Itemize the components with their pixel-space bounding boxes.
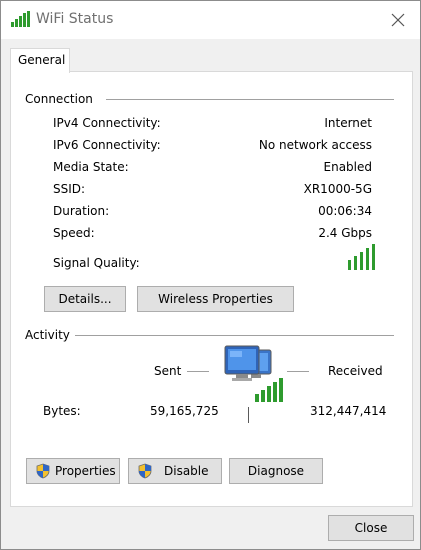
title-bar: WiFi Status [1,1,420,39]
signal-bar [372,244,375,270]
sent-line [187,371,209,372]
details-button-label: Details... [58,292,112,306]
close-button-label: Close [354,521,388,535]
general-panel: Connection IPv4 Connectivity: Internet I… [10,71,413,507]
media-state-label: Media State: [53,160,129,174]
activity-heading: Activity [25,328,70,342]
wifi-status-dialog: WiFi Status General Connection IPv4 Conn… [0,0,421,550]
wireless-properties-button[interactable]: Wireless Properties [137,286,294,312]
connection-heading: Connection [25,92,93,106]
signal-quality-bars-icon [348,244,378,270]
activity-divider [75,335,394,336]
bytes-sent-value: 59,165,725 [150,404,219,418]
uac-shield-icon [35,463,51,482]
tab-general[interactable]: General [10,48,70,73]
details-button[interactable]: Details... [44,286,126,312]
ipv4-value: Internet [324,116,372,130]
disable-button-label: Disable [164,464,209,478]
connection-divider [106,99,394,100]
wifi-signal-icon [11,11,31,30]
diagnose-button[interactable]: Diagnose [229,458,323,484]
network-computers-icon [223,344,285,407]
sent-label: Sent [154,364,182,378]
signal-bar [366,248,369,270]
diagnose-button-label: Diagnose [247,464,305,478]
speed-label: Speed: [53,226,95,240]
signal-bar [360,252,363,270]
disable-button[interactable]: Disable [128,458,222,484]
wireless-properties-button-label: Wireless Properties [158,292,273,306]
window-title: WiFi Status [36,11,114,27]
bytes-received-value: 312,447,414 [310,404,387,418]
speed-value: 2.4 Gbps [318,226,372,240]
tab-general-label: General [18,53,66,67]
properties-button-label: Properties [55,464,116,478]
activity-separator [248,407,249,423]
ipv6-value: No network access [258,138,372,152]
ssid-label: SSID: [53,182,86,196]
signal-bar [348,260,351,270]
received-line [287,371,309,372]
close-window-icon[interactable] [388,10,408,30]
properties-button[interactable]: Properties [26,458,120,484]
media-state-value: Enabled [323,160,373,174]
uac-shield-icon [137,463,153,482]
close-button[interactable]: Close [328,515,414,541]
ssid-value: XR1000-5G [303,182,372,196]
received-label: Received [328,364,383,378]
ipv6-label: IPv6 Connectivity: [53,138,161,152]
signal-bar [354,256,357,270]
duration-label: Duration: [53,204,110,218]
signal-quality-label: Signal Quality: [53,256,140,270]
ipv4-label: IPv4 Connectivity: [53,116,161,130]
bytes-label: Bytes: [43,404,81,418]
duration-value: 00:06:34 [318,204,372,218]
